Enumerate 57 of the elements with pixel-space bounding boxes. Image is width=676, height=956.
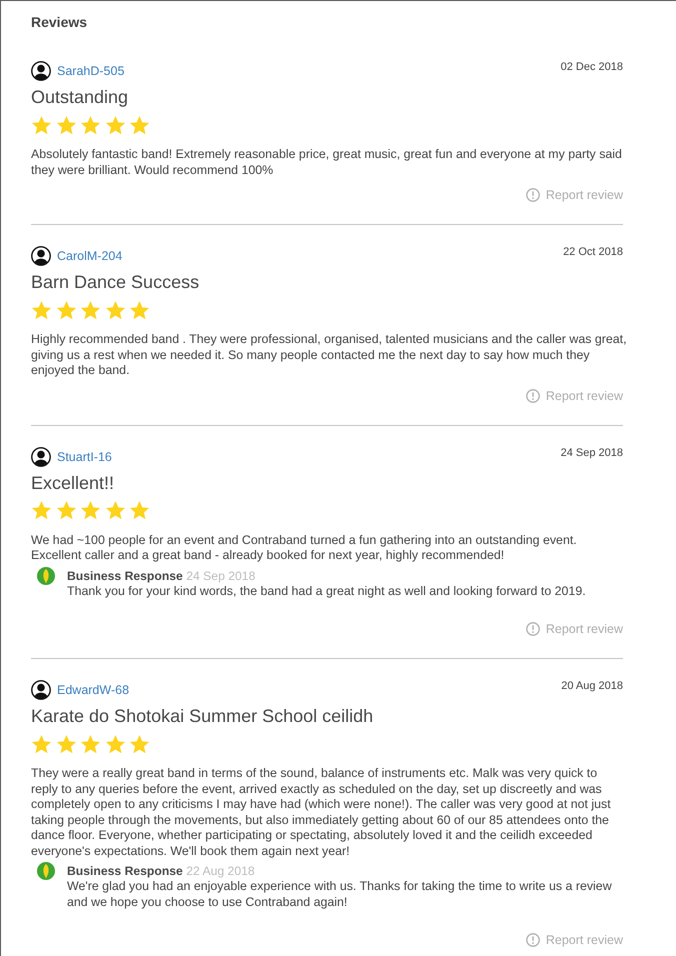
star-icon — [104, 500, 126, 521]
star-icon — [56, 734, 76, 754]
review-text: Absolutely fantastic band! Extremely reasonable price, great music, great fun and everyone at my party said they were brilliant. Would recommend 100% — [31, 147, 623, 178]
review-title: Excellent!! — [31, 472, 114, 494]
review-title: Outstanding — [31, 86, 128, 108]
star-icon — [80, 500, 101, 521]
star-icon — [104, 734, 126, 754]
star-icon — [129, 300, 150, 320]
response-date: 22 Aug 2018 — [186, 864, 255, 878]
star-icon — [104, 114, 126, 136]
response-label: Business Response — [67, 864, 183, 878]
star-icon — [56, 114, 76, 136]
report-review-link[interactable]: Report review — [526, 386, 623, 404]
user-avatar-icon — [31, 246, 51, 266]
star-icon — [129, 500, 150, 521]
review-date: 24 Sep 2018 — [560, 446, 623, 460]
star-icon — [31, 300, 52, 320]
star-icon — [129, 114, 150, 136]
star-icon — [56, 500, 76, 521]
user-avatar-icon — [31, 446, 51, 466]
review-title: Karate do Shotokai Summer School ceilidh — [31, 705, 374, 727]
response-date: 24 Sep 2018 — [186, 568, 256, 582]
star-icon — [80, 734, 101, 754]
star-icon — [80, 114, 101, 136]
star-icon — [31, 734, 52, 754]
star-icon — [80, 300, 101, 320]
reviewer-name-link[interactable]: EdwardW-68 — [57, 682, 130, 698]
response-text: Thank you for your kind words, the band had a great night as well and looking forward to 2019. — [67, 584, 587, 599]
business-logo-icon — [37, 566, 55, 584]
review-text: Highly recommended band . They were professional, organised, talented musicians and the caller was great, giving us a rest when we needed it. So many people contacted me the next day to say how much they enjoyed the band. — [31, 332, 627, 378]
reviewer-name-link[interactable]: StuartI-16 — [57, 448, 112, 464]
review-text: We had ~100 people for an event and Contraband turned a fun gathering into an outstanding event. Excellent caller and a great band - already booked for next year, highly recommended! — [31, 532, 578, 564]
reviewer-name-link[interactable]: CarolM-204 — [57, 248, 122, 264]
user-avatar-icon — [31, 61, 51, 81]
star-icon — [104, 300, 126, 320]
reviewer-name-link[interactable]: SarahD-505 — [57, 63, 124, 79]
star-icon — [129, 734, 150, 754]
user-avatar-icon — [31, 680, 51, 700]
section-heading: Reviews — [31, 14, 88, 30]
report-review-link[interactable]: Report review — [526, 186, 623, 204]
star-icon — [31, 114, 52, 136]
alert-icon — [526, 388, 540, 402]
response-text: We're glad you had an enjoyable experience with us. Thanks for taking the time to write us a review and we hope you choose to use Contraband again! — [67, 879, 613, 910]
review-text: They were a really great band in terms of the sound, balance of instruments etc. Malk was very quick to reply to any queries before the event, arrived exactly as scheduled on the day, set up discreetly and was completely open to any criticisms I may have had (which were none!). The caller was very good at not just taking people through the movements, but also immediately getting about 60 of our 85 attendees onto the dance floor. Everyone, whether participating or spectating, absolutely loved it and the ceilidh exceeded everyone's expectations. We'll book them again next year! — [31, 766, 612, 859]
response-label: Business Response — [67, 568, 183, 582]
review-title: Barn Dance Success — [31, 271, 200, 293]
review-date: 22 Oct 2018 — [563, 245, 623, 259]
star-icon — [56, 300, 76, 320]
star-icon — [31, 500, 52, 521]
business-logo-icon — [37, 862, 55, 880]
review-date: 20 Aug 2018 — [561, 679, 623, 693]
report-review-link[interactable]: Report review — [526, 931, 623, 949]
review-date: 02 Dec 2018 — [560, 60, 623, 74]
alert-icon — [526, 933, 540, 947]
report-review-link[interactable]: Report review — [526, 620, 623, 638]
alert-icon — [526, 622, 540, 636]
alert-icon — [526, 188, 540, 202]
